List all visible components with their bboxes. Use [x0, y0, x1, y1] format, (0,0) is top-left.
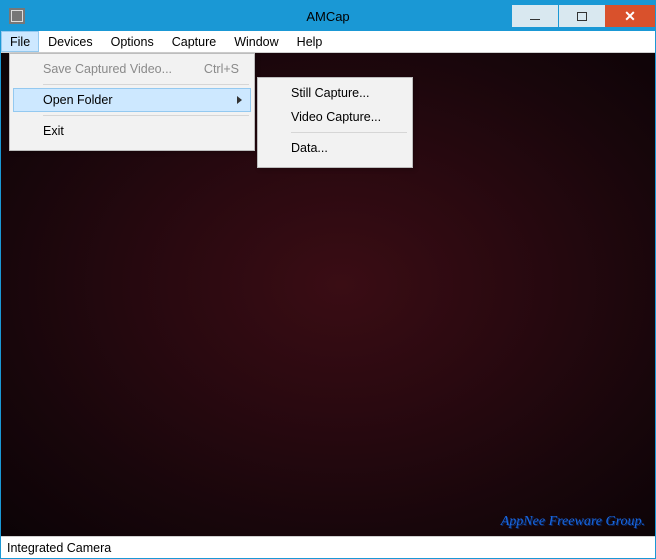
status-text: Integrated Camera: [7, 541, 111, 555]
file-menu-dropdown: Save Captured Video... Ctrl+S Open Folde…: [9, 53, 255, 151]
menu-separator: [43, 115, 249, 116]
menuitem-label: Data...: [291, 141, 328, 155]
menu-help[interactable]: Help: [288, 31, 332, 52]
menu-padding: [261, 160, 409, 164]
menuitem-label: Save Captured Video...: [43, 62, 172, 76]
open-folder-submenu: Still Capture... Video Capture... Data..…: [257, 77, 413, 168]
maximize-icon: [577, 12, 587, 21]
menuitem-label: Still Capture...: [291, 86, 370, 100]
menuitem-save-captured-video[interactable]: Save Captured Video... Ctrl+S: [13, 57, 251, 81]
minimize-icon: [530, 19, 540, 20]
menuitem-label: Exit: [43, 124, 64, 138]
menuitem-data[interactable]: Data...: [261, 136, 409, 160]
titlebar[interactable]: AMCap ✕: [1, 1, 655, 31]
menu-separator: [43, 84, 249, 85]
window-controls: ✕: [512, 5, 655, 27]
menuitem-open-folder[interactable]: Open Folder: [13, 88, 251, 112]
maximize-button[interactable]: [559, 5, 605, 27]
menubar: File Devices Options Capture Window Help: [1, 31, 655, 53]
menu-padding: [13, 143, 251, 147]
minimize-button[interactable]: [512, 5, 558, 27]
menuitem-label: Open Folder: [43, 93, 112, 107]
close-button[interactable]: ✕: [605, 5, 655, 27]
app-icon: [9, 8, 25, 24]
menuitem-label: Video Capture...: [291, 110, 381, 124]
menu-separator: [291, 132, 407, 133]
submenu-arrow-icon: [237, 96, 242, 104]
menu-devices[interactable]: Devices: [39, 31, 101, 52]
menu-options[interactable]: Options: [102, 31, 163, 52]
menuitem-video-capture[interactable]: Video Capture...: [261, 105, 409, 129]
statusbar: Integrated Camera: [1, 536, 655, 558]
menuitem-accel: Ctrl+S: [204, 62, 251, 76]
close-icon: ✕: [624, 8, 636, 25]
menu-file[interactable]: File: [1, 31, 39, 52]
menu-capture[interactable]: Capture: [163, 31, 225, 52]
app-window: AMCap ✕ File Devices Options Capture Win…: [0, 0, 656, 559]
menuitem-exit[interactable]: Exit: [13, 119, 251, 143]
menu-window[interactable]: Window: [225, 31, 287, 52]
menuitem-still-capture[interactable]: Still Capture...: [261, 81, 409, 105]
watermark-text: AppNee Freeware Group.: [501, 514, 645, 530]
